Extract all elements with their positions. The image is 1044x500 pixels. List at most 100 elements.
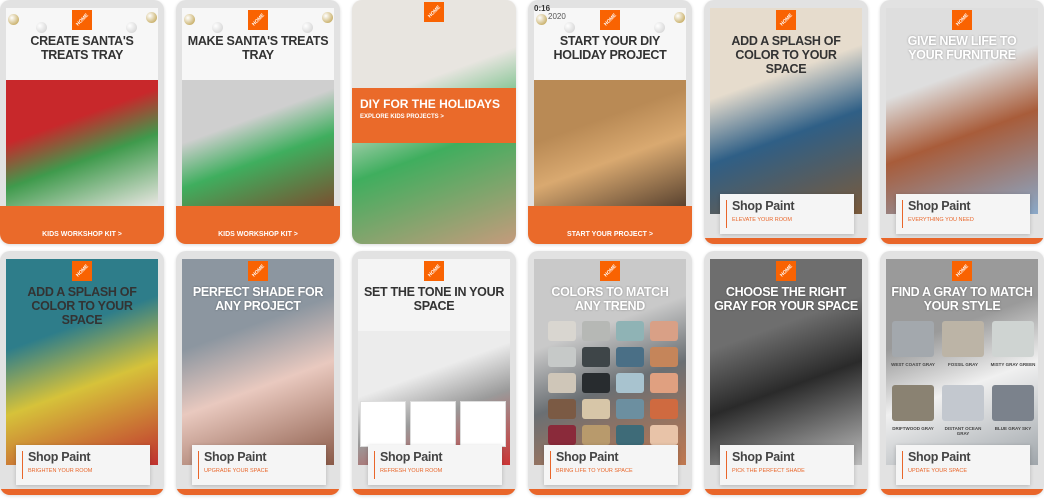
swatch (616, 347, 644, 367)
ad-image-panel[interactable]: HOME START YOUR DIY HOLIDAY PROJECT (534, 8, 686, 206)
ad-image-panel[interactable]: HOME SET THE TONE IN YOUR SPACE (358, 259, 510, 465)
swatch (548, 347, 576, 367)
shop-paint-box[interactable]: Shop Paint ELEVATE YOUR ROOM (720, 194, 854, 234)
ad-image-panel[interactable]: HOME CREATE SANTA'S TREATS TRAY (6, 8, 158, 206)
shop-paint-title[interactable]: Shop Paint (556, 450, 678, 464)
ad-image-santa-tray (6, 80, 158, 206)
shop-paint-title[interactable]: Shop Paint (908, 450, 1030, 464)
swatch-label: MISTY GRAY GREEN (990, 362, 1036, 367)
ad-headline: MAKE SANTA'S TREATS TRAY (187, 34, 329, 62)
swatch-west-coast-gray[interactable] (892, 321, 934, 357)
swatch (650, 321, 678, 341)
ornament-icon (564, 22, 575, 33)
shop-paint-title[interactable]: Shop Paint (204, 450, 326, 464)
shop-paint-subtitle: REFRESH YOUR ROOM (380, 468, 443, 474)
ad-image-panel[interactable]: HOME ADD A SPLASH OF COLOR TO YOUR SPACE (710, 8, 862, 214)
shop-paint-box[interactable]: Shop Paint EVERYTHING YOU NEED (896, 194, 1030, 234)
home-depot-logo[interactable]: HOME (248, 261, 268, 281)
shop-paint-title[interactable]: Shop Paint (732, 199, 854, 213)
band-link[interactable]: EXPLORE KIDS PROJECTS > (360, 114, 508, 120)
ad-image-panel[interactable]: HOME COLORS TO MATCH ANY TREND (534, 259, 686, 465)
shop-paint-box[interactable]: Shop Paint BRING LIFE TO YOUR SPACE (544, 445, 678, 485)
shop-paint-box[interactable]: Shop Paint PICK THE PERFECT SHADE (720, 445, 854, 485)
cta-footer[interactable]: KIDS WORKSHOP KIT > (176, 206, 340, 244)
ad-headline: START YOUR DIY HOLIDAY PROJECT (553, 34, 667, 62)
home-depot-logo[interactable]: HOME (248, 10, 268, 30)
shop-paint-subtitle: UPGRADE YOUR SPACE (204, 468, 269, 474)
cta-footer[interactable]: START YOUR PROJECT > (528, 206, 692, 244)
shop-paint-box[interactable]: Shop Paint BRIGHTEN YOUR ROOM (16, 445, 150, 485)
year-label: 2020 (548, 12, 566, 21)
home-depot-logo[interactable]: HOME (776, 261, 796, 281)
ad-image-panel[interactable]: HOME MAKE SANTA'S TREATS TRAY (182, 8, 334, 206)
swatch-fossil-gray[interactable] (942, 321, 984, 357)
swatch (548, 425, 576, 445)
cta-link[interactable]: KIDS WORKSHOP KIT > (42, 231, 122, 238)
cta-link[interactable]: START YOUR PROJECT > (567, 231, 653, 238)
swatch-driftwood-gray[interactable] (892, 385, 934, 421)
ad-image-panel[interactable]: HOME CHOOSE THE RIGHT GRAY FOR YOUR SPACE (710, 259, 862, 465)
promo-band[interactable]: DIY FOR THE HOLIDAYS EXPLORE KIDS PROJECT… (352, 88, 516, 143)
shop-paint-title[interactable]: Shop Paint (380, 450, 502, 464)
swatch (616, 321, 644, 341)
swatch (582, 373, 610, 393)
ad-card[interactable]: HOME CREATE SANTA'S TREATS TRAY KIDS WORKS… (0, 0, 164, 244)
ad-card[interactable]: HOME ADD A SPLASH OF COLOR TO YOUR SPACE S… (0, 251, 164, 495)
swatch-misty-gray-green[interactable] (992, 321, 1034, 357)
ornament-icon (36, 22, 47, 33)
ornament-icon (184, 14, 195, 25)
orange-bottom-strip (0, 489, 164, 495)
home-depot-logo[interactable]: HOME (424, 2, 444, 22)
swatch-blue-gray-sky[interactable] (992, 385, 1034, 421)
shop-paint-title[interactable]: Shop Paint (908, 199, 1030, 213)
home-depot-logo[interactable]: HOME (776, 10, 796, 30)
shop-paint-box[interactable]: Shop Paint UPGRADE YOUR SPACE (192, 445, 326, 485)
home-depot-logo[interactable]: HOME (72, 10, 92, 30)
ad-image-panel[interactable]: HOME FIND A GRAY TO MATCH YOUR STYLE WEST … (886, 259, 1038, 465)
ornament-icon (146, 12, 157, 23)
shop-paint-box[interactable]: Shop Paint REFRESH YOUR ROOM (368, 445, 502, 485)
shop-paint-box[interactable]: Shop Paint UPDATE YOUR SPACE (896, 445, 1030, 485)
ad-card[interactable]: HOME DIY FOR THE HOLIDAYS EXPLORE KIDS PRO… (352, 0, 516, 244)
home-depot-logo[interactable]: HOME (952, 10, 972, 30)
swatch (582, 399, 610, 419)
ornament-icon (126, 22, 137, 33)
orange-bottom-strip (880, 489, 1044, 495)
swatch-distant-ocean-gray[interactable] (942, 385, 984, 421)
ad-card[interactable]: HOME COLORS TO MATCH ANY TREND Shop Paint B… (528, 251, 692, 495)
ad-card[interactable]: HOME MAKE SANTA'S TREATS TRAY KIDS WORKSHO… (176, 0, 340, 244)
ad-card[interactable]: HOME FIND A GRAY TO MATCH YOUR STYLE WEST … (880, 251, 1044, 495)
ad-card[interactable]: HOME PERFECT SHADE FOR ANY PROJECT Shop Pa… (176, 251, 340, 495)
swatch-label: DRIFTWOOD GRAY (892, 426, 934, 431)
shop-paint-title[interactable]: Shop Paint (28, 450, 150, 464)
swatch-label: DISTANT OCEAN GRAY (944, 426, 982, 436)
ad-headline: PERFECT SHADE FOR ANY PROJECT (192, 285, 324, 313)
shop-paint-subtitle: BRIGHTEN YOUR ROOM (28, 468, 93, 474)
ad-card[interactable]: HOME GIVE NEW LIFE TO YOUR FURNITURE Shop … (880, 0, 1044, 244)
home-depot-logo[interactable]: HOME (72, 261, 92, 281)
cta-link[interactable]: KIDS WORKSHOP KIT > (218, 231, 298, 238)
home-depot-logo[interactable]: HOME (952, 261, 972, 281)
ad-image-panel[interactable]: HOME PERFECT SHADE FOR ANY PROJECT (182, 259, 334, 465)
ad-card[interactable]: HOME CHOOSE THE RIGHT GRAY FOR YOUR SPACE… (704, 251, 868, 495)
ornament-icon (654, 22, 665, 33)
swatch (582, 347, 610, 367)
swatch (548, 399, 576, 419)
home-depot-logo[interactable]: HOME (424, 261, 444, 281)
ornament-icon (674, 12, 685, 23)
orange-bottom-strip (880, 238, 1044, 244)
ad-card[interactable]: HOME SET THE TONE IN YOUR SPACE Shop Paint… (352, 251, 516, 495)
ad-image-panel[interactable]: HOME GIVE NEW LIFE TO YOUR FURNITURE (886, 8, 1038, 214)
ad-image-panel[interactable]: HOME DIY FOR THE HOLIDAYS EXPLORE KIDS PRO… (352, 0, 516, 244)
ad-image-panel[interactable]: HOME ADD A SPLASH OF COLOR TO YOUR SPACE (6, 259, 158, 465)
swatch (582, 321, 610, 341)
home-depot-logo[interactable]: HOME (600, 10, 620, 30)
swatch-label: BLUE GRAY SKY (994, 426, 1032, 431)
home-depot-logo[interactable]: HOME (600, 261, 620, 281)
swatch (616, 425, 644, 445)
shop-paint-title[interactable]: Shop Paint (732, 450, 854, 464)
shop-paint-subtitle: BRING LIFE TO YOUR SPACE (556, 468, 633, 474)
ad-card[interactable]: HOME ADD A SPLASH OF COLOR TO YOUR SPACE S… (704, 0, 868, 244)
ad-card[interactable]: HOME START YOUR DIY HOLIDAY PROJECT 0:16 20… (528, 0, 692, 244)
cta-footer[interactable]: KIDS WORKSHOP KIT > (0, 206, 164, 244)
